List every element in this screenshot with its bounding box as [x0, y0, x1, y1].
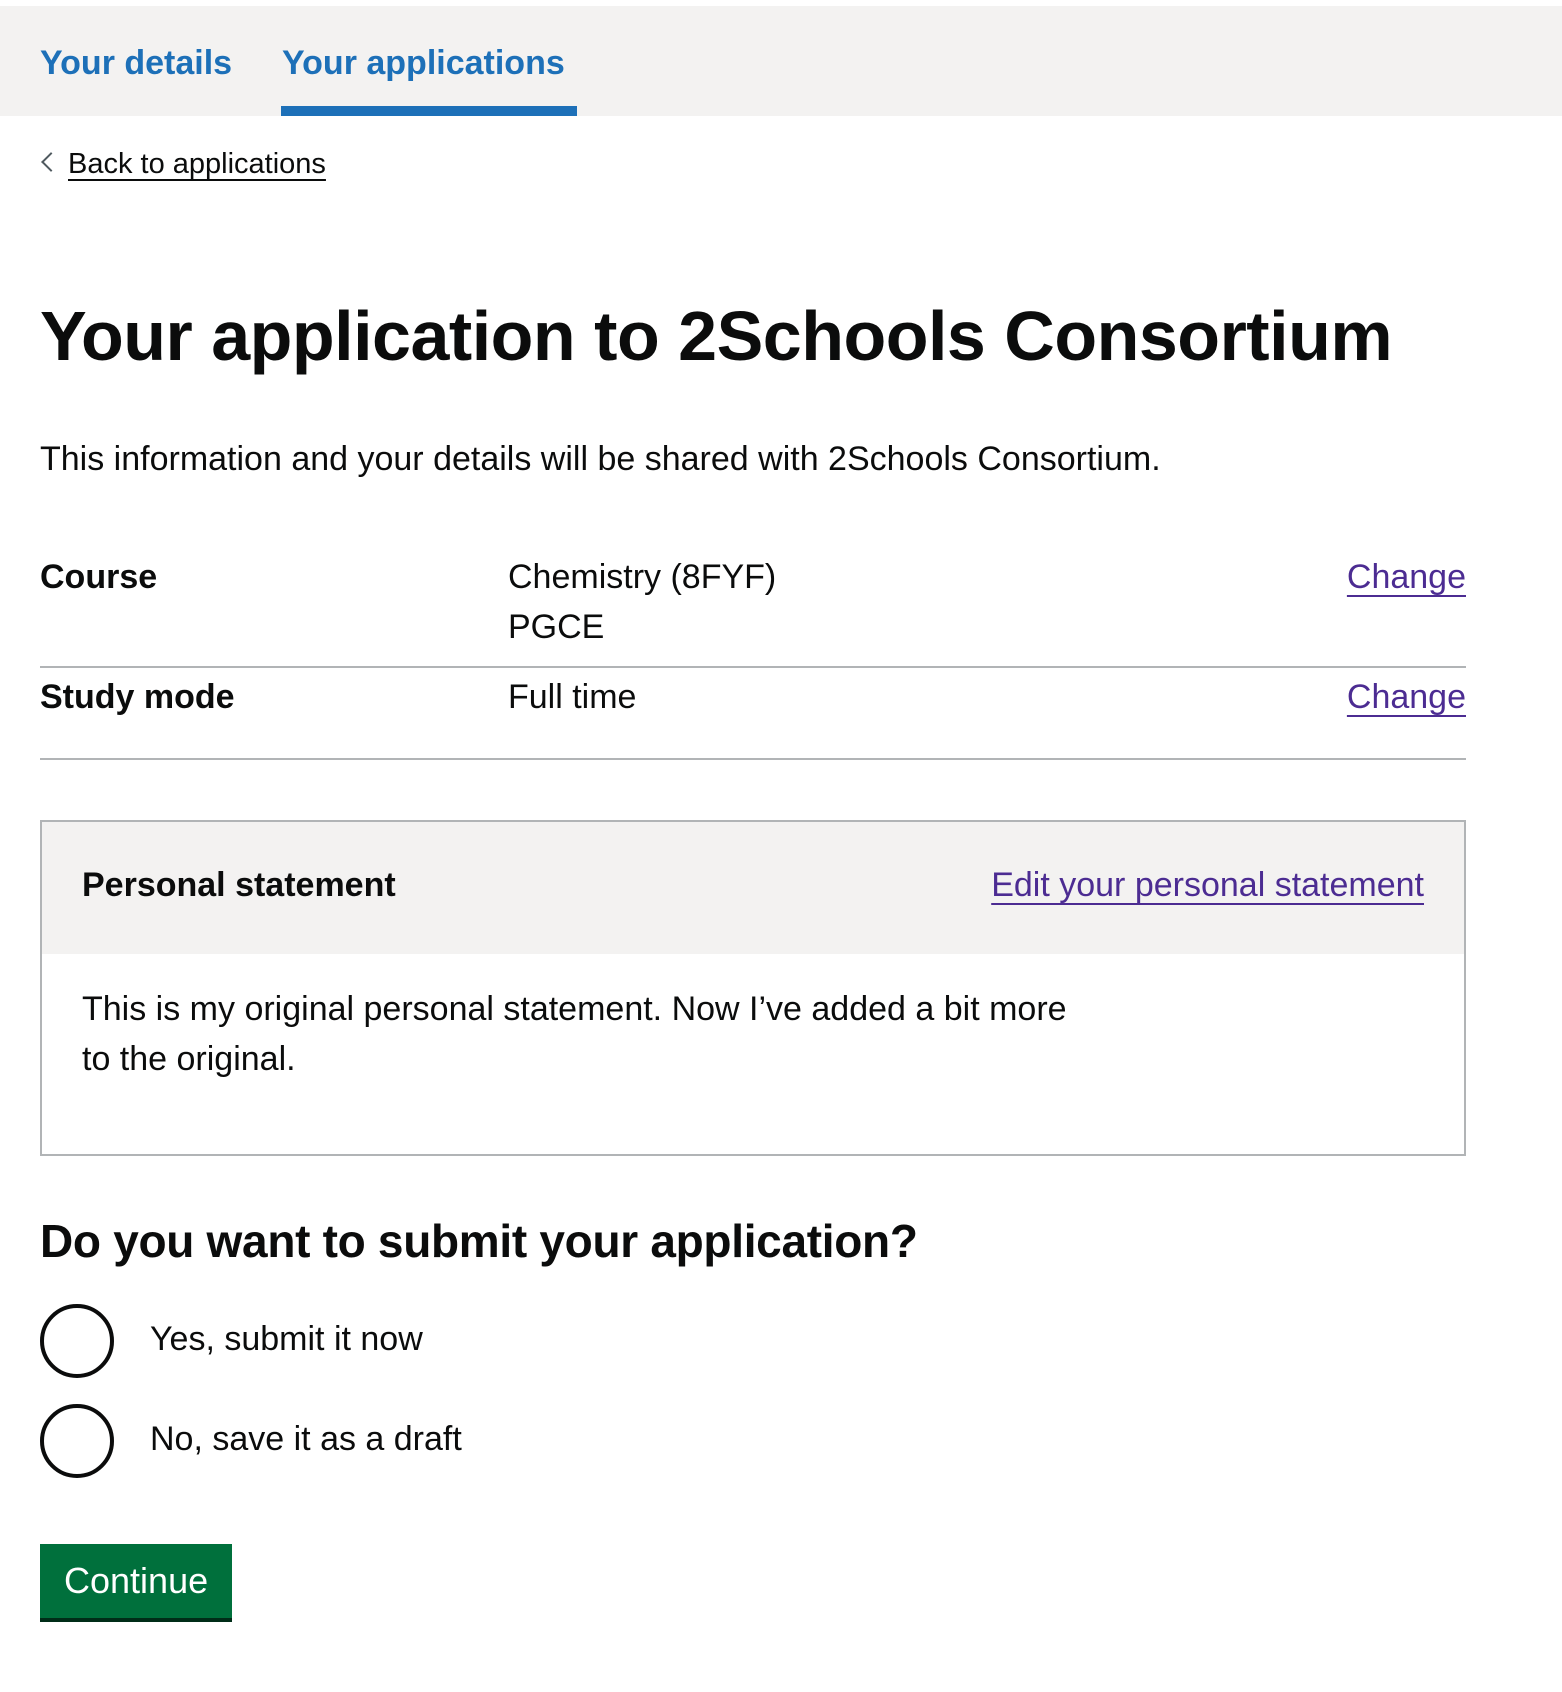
study-mode-value: Full time — [508, 678, 637, 716]
back-link[interactable]: Back to applications — [40, 148, 326, 181]
summary-row-study-mode: Study mode Full time Change — [40, 668, 1466, 760]
radio-label-yes[interactable]: Yes, submit it now — [150, 1320, 423, 1359]
edit-personal-statement-link[interactable]: Edit your personal statement — [991, 866, 1424, 905]
page-title: Your application to 2Schools Consortium — [40, 297, 1393, 375]
change-course-link[interactable]: Change — [1347, 552, 1466, 602]
radio-circle-icon[interactable] — [40, 1404, 114, 1478]
change-study-mode-link[interactable]: Change — [1347, 672, 1466, 722]
course-name: Chemistry (8FYF) — [508, 558, 777, 596]
personal-statement-card-header: Personal statement Edit your personal st… — [42, 822, 1464, 954]
intro-text: This information and your details will b… — [40, 440, 1161, 478]
tab-your-applications[interactable]: Your applications — [282, 44, 565, 83]
radio-circle-icon[interactable] — [40, 1304, 114, 1378]
submit-question-legend: Do you want to submit your application? — [40, 1215, 918, 1267]
back-link-label: Back to applications — [68, 148, 326, 180]
tab-your-details[interactable]: Your details — [40, 44, 232, 83]
chevron-left-icon — [41, 152, 61, 172]
personal-statement-text: This is my original personal statement. … — [82, 990, 1067, 1078]
personal-statement-title: Personal statement — [82, 866, 396, 904]
radio-no-draft[interactable]: No, save it as a draft — [40, 1404, 740, 1484]
active-tab-indicator — [281, 106, 577, 116]
summary-key-study-mode: Study mode — [40, 678, 235, 716]
continue-button[interactable]: Continue — [40, 1544, 233, 1618]
summary-value-study-mode: Full time — [508, 672, 636, 722]
personal-statement-card: Personal statement Edit your personal st… — [40, 820, 1466, 1156]
summary-value-course: Chemistry (8FYF) PGCE — [508, 552, 776, 652]
radio-label-no[interactable]: No, save it as a draft — [150, 1420, 462, 1459]
summary-key-course: Course — [40, 558, 158, 596]
radio-yes-submit[interactable]: Yes, submit it now — [40, 1304, 740, 1384]
top-navigation: Your details Your applications — [0, 6, 1562, 116]
summary-row-course: Course Chemistry (8FYF) PGCE Change — [40, 548, 1466, 668]
course-qualification: PGCE — [508, 608, 605, 646]
